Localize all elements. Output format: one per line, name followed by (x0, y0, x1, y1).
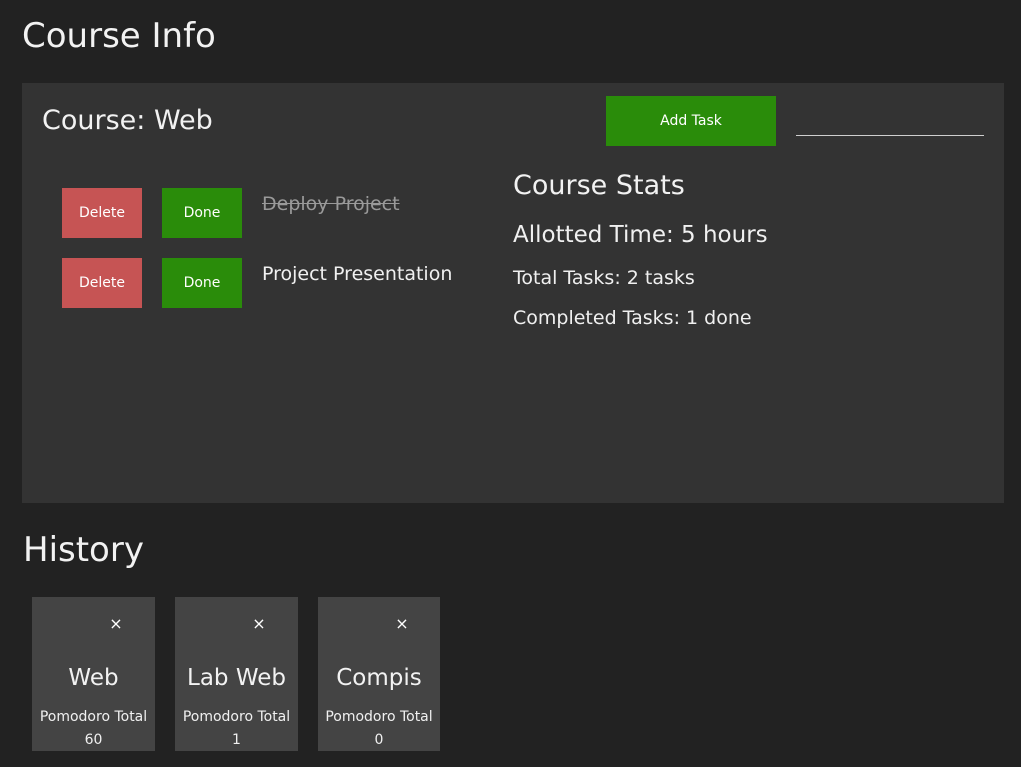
close-icon[interactable]: × (247, 613, 271, 635)
history-card-name: Compis (336, 665, 422, 691)
history-card[interactable]: × Compis Pomodoro Total 0 (318, 597, 440, 751)
task-input[interactable] (796, 111, 984, 136)
course-name: Course: Web (42, 105, 213, 136)
history-card-name: Lab Web (187, 665, 286, 691)
stat-total-tasks: Total Tasks: 2 tasks (513, 267, 695, 289)
stats-title: Course Stats (513, 170, 685, 201)
delete-task-button[interactable]: Delete (62, 188, 142, 238)
history-card-name: Web (68, 665, 119, 691)
history-card[interactable]: × Web Pomodoro Total 60 (32, 597, 155, 751)
task-name: Project Presentation (262, 263, 453, 285)
close-icon[interactable]: × (104, 613, 128, 635)
delete-task-button[interactable]: Delete (62, 258, 142, 308)
pomodoro-total-label: Pomodoro Total (325, 709, 433, 725)
task-name: Deploy Project (262, 193, 400, 215)
pomodoro-total-label: Pomodoro Total (39, 709, 148, 725)
page-title: Course Info (22, 16, 216, 56)
task-row: Delete Done Project Presentation (62, 258, 482, 308)
close-icon[interactable]: × (390, 613, 414, 635)
page: Course Info Course: Web Add Task Delete … (0, 0, 1021, 767)
task-row: Delete Done Deploy Project (62, 188, 482, 238)
done-task-button[interactable]: Done (162, 188, 242, 238)
add-task-button[interactable]: Add Task (606, 96, 776, 146)
history-card[interactable]: × Lab Web Pomodoro Total 1 (175, 597, 298, 751)
done-task-button[interactable]: Done (162, 258, 242, 308)
course-panel: Course: Web Add Task Delete Done Deploy … (22, 83, 1004, 503)
stat-allotted-time: Allotted Time: 5 hours (513, 222, 768, 248)
course-stats: Course Stats Allotted Time: 5 hours Tota… (513, 169, 973, 329)
stat-completed-tasks: Completed Tasks: 1 done (513, 307, 752, 329)
pomodoro-total-label: Pomodoro Total (182, 709, 291, 725)
pomodoro-total-value: 1 (232, 732, 241, 748)
pomodoro-total-value: 0 (374, 732, 384, 748)
history-title: History (23, 530, 144, 570)
pomodoro-total-value: 60 (84, 732, 103, 748)
